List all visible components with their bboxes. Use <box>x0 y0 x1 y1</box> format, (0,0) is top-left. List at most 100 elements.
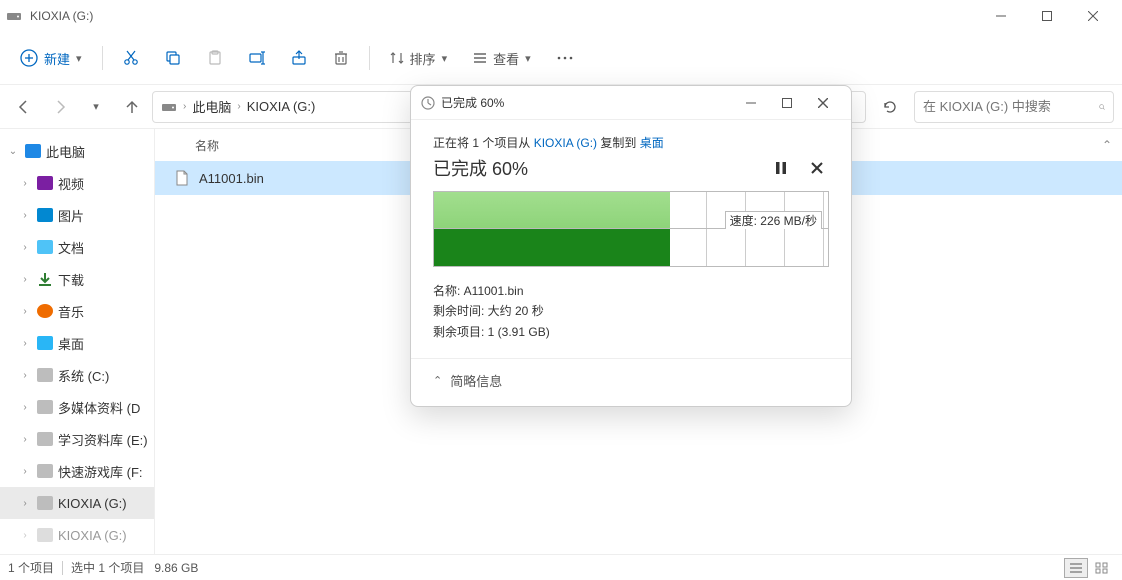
tree-drive-g[interactable]: ›KIOXIA (G:) <box>0 487 154 519</box>
copy-dest-link[interactable]: 桌面 <box>640 136 664 150</box>
dialog-minimize-button[interactable] <box>733 89 769 117</box>
tree-drive-d[interactable]: › 多媒体资料 (D <box>0 391 154 423</box>
drive-icon <box>36 366 54 384</box>
clock-icon <box>421 96 435 110</box>
search-box[interactable] <box>914 91 1114 123</box>
chevron-right-icon[interactable]: › <box>18 530 32 541</box>
dialog-title: 已完成 60% <box>441 94 733 111</box>
breadcrumb-root[interactable]: 此电脑 <box>192 97 231 116</box>
delete-icon[interactable] <box>323 40 359 76</box>
tree-label: KIOXIA (G:) <box>58 528 127 543</box>
view-icon <box>473 51 487 65</box>
more-button[interactable] <box>547 40 583 76</box>
progress-chart: 速度: 226 MB/秒 <box>433 191 829 267</box>
forward-button[interactable] <box>44 91 76 123</box>
tree-label: 音乐 <box>58 302 84 321</box>
sort-label: 排序 <box>410 49 436 68</box>
file-name: A11001.bin <box>199 171 264 186</box>
copy-icon[interactable] <box>155 40 191 76</box>
tree-desktop[interactable]: ›桌面 <box>0 327 154 359</box>
drive-icon <box>36 430 54 448</box>
detail-filename: A11001.bin <box>464 284 524 298</box>
close-button[interactable] <box>1070 0 1116 32</box>
drive-icon <box>36 526 54 544</box>
breadcrumb-current[interactable]: KIOXIA (G:) <box>247 99 316 114</box>
minimize-button[interactable] <box>978 0 1024 32</box>
sort-icon <box>390 51 404 65</box>
cut-icon[interactable] <box>113 40 149 76</box>
tree-label: 下载 <box>58 270 84 289</box>
separator <box>62 561 63 575</box>
video-icon <box>36 174 54 192</box>
search-input[interactable] <box>923 99 1099 114</box>
search-icon <box>1099 100 1105 114</box>
copy-progress-dialog: 已完成 60% 正在将 1 个项目从 KIOXIA (G:) 复制到 桌面 已完… <box>410 85 852 407</box>
tree-videos[interactable]: ›视频 <box>0 167 154 199</box>
dialog-footer-toggle[interactable]: ⌃ 简略信息 <box>411 358 851 406</box>
recent-button[interactable]: ▾ <box>80 91 112 123</box>
tiles-view-button[interactable] <box>1090 558 1114 578</box>
tree-this-pc[interactable]: ⌄ 此电脑 <box>0 135 154 167</box>
rename-icon[interactable] <box>239 40 275 76</box>
chevron-right-icon[interactable]: › <box>18 274 32 285</box>
chevron-right-icon[interactable]: › <box>18 210 32 221</box>
chevron-right-icon[interactable]: › <box>18 306 32 317</box>
tree-label: 文档 <box>58 238 84 257</box>
tree-documents[interactable]: › 文档 <box>0 231 154 263</box>
dialog-close-button[interactable] <box>805 89 841 117</box>
tree-label: 多媒体资料 (D <box>58 398 140 417</box>
speed-graph: 速度: 226 MB/秒 <box>434 192 828 228</box>
tree-pictures[interactable]: ›图片 <box>0 199 154 231</box>
tree-drive-f[interactable]: ›快速游戏库 (F: <box>0 455 154 487</box>
sidebar: ⌄ 此电脑 ›视频 ›图片 › 文档 › 下载 › 音乐 ›桌面 › 系统 (C:) ›… <box>0 129 155 554</box>
tree-drive-e[interactable]: › 学习资料库 (E:) <box>0 423 154 455</box>
tree-music[interactable]: › 音乐 <box>0 295 154 327</box>
status-bar: 1 个项目 选中 1 个项目 9.86 GB <box>0 554 1122 580</box>
chevron-right-icon: › <box>183 101 186 112</box>
copy-source-link[interactable]: KIOXIA (G:) <box>534 136 597 150</box>
tree-label: 学习资料库 (E:) <box>58 430 148 449</box>
chevron-right-icon: › <box>237 101 240 112</box>
view-button[interactable]: 查看 ▾ <box>463 43 541 74</box>
pictures-icon <box>36 206 54 224</box>
tree-drive-c[interactable]: › 系统 (C:) <box>0 359 154 391</box>
chevron-right-icon[interactable]: › <box>18 178 32 189</box>
drive-icon <box>161 99 177 115</box>
window-title: KIOXIA (G:) <box>30 9 978 23</box>
dialog-maximize-button[interactable] <box>769 89 805 117</box>
documents-icon <box>36 238 54 256</box>
paste-icon[interactable] <box>197 40 233 76</box>
chevron-right-icon[interactable]: › <box>18 370 32 381</box>
maximize-button[interactable] <box>1024 0 1070 32</box>
download-icon <box>36 270 54 288</box>
chevron-right-icon[interactable]: › <box>18 434 32 445</box>
chevron-right-icon[interactable]: › <box>18 498 32 509</box>
music-icon <box>36 302 54 320</box>
tree-label: 系统 (C:) <box>58 366 109 385</box>
refresh-button[interactable] <box>874 91 906 123</box>
progress-bar-fill <box>434 229 670 266</box>
chevron-right-icon[interactable]: › <box>18 466 32 477</box>
drive-icon <box>36 494 54 512</box>
up-button[interactable] <box>116 91 148 123</box>
chevron-down-icon[interactable]: ⌄ <box>6 146 20 157</box>
new-button[interactable]: 新建 ▾ <box>10 43 92 74</box>
footer-label: 简略信息 <box>450 371 502 390</box>
plus-circle-icon <box>20 49 38 67</box>
chevron-right-icon[interactable]: › <box>18 338 32 349</box>
new-button-label: 新建 <box>44 49 70 68</box>
details-view-button[interactable] <box>1064 558 1088 578</box>
pause-button[interactable] <box>769 156 793 180</box>
share-icon[interactable] <box>281 40 317 76</box>
detail-items: 1 (3.91 GB) <box>488 325 550 339</box>
speed-graph-fill <box>434 192 670 228</box>
chevron-right-icon[interactable]: › <box>18 242 32 253</box>
tree-downloads[interactable]: › 下载 <box>0 263 154 295</box>
sort-button[interactable]: 排序 ▾ <box>380 43 458 74</box>
tree-drive-g2[interactable]: › KIOXIA (G:) <box>0 519 154 551</box>
progress-text: 已完成 60% <box>433 155 528 181</box>
chevron-right-icon[interactable]: › <box>18 402 32 413</box>
back-button[interactable] <box>8 91 40 123</box>
cancel-button[interactable] <box>805 156 829 180</box>
dialog-titlebar: 已完成 60% <box>411 86 851 120</box>
